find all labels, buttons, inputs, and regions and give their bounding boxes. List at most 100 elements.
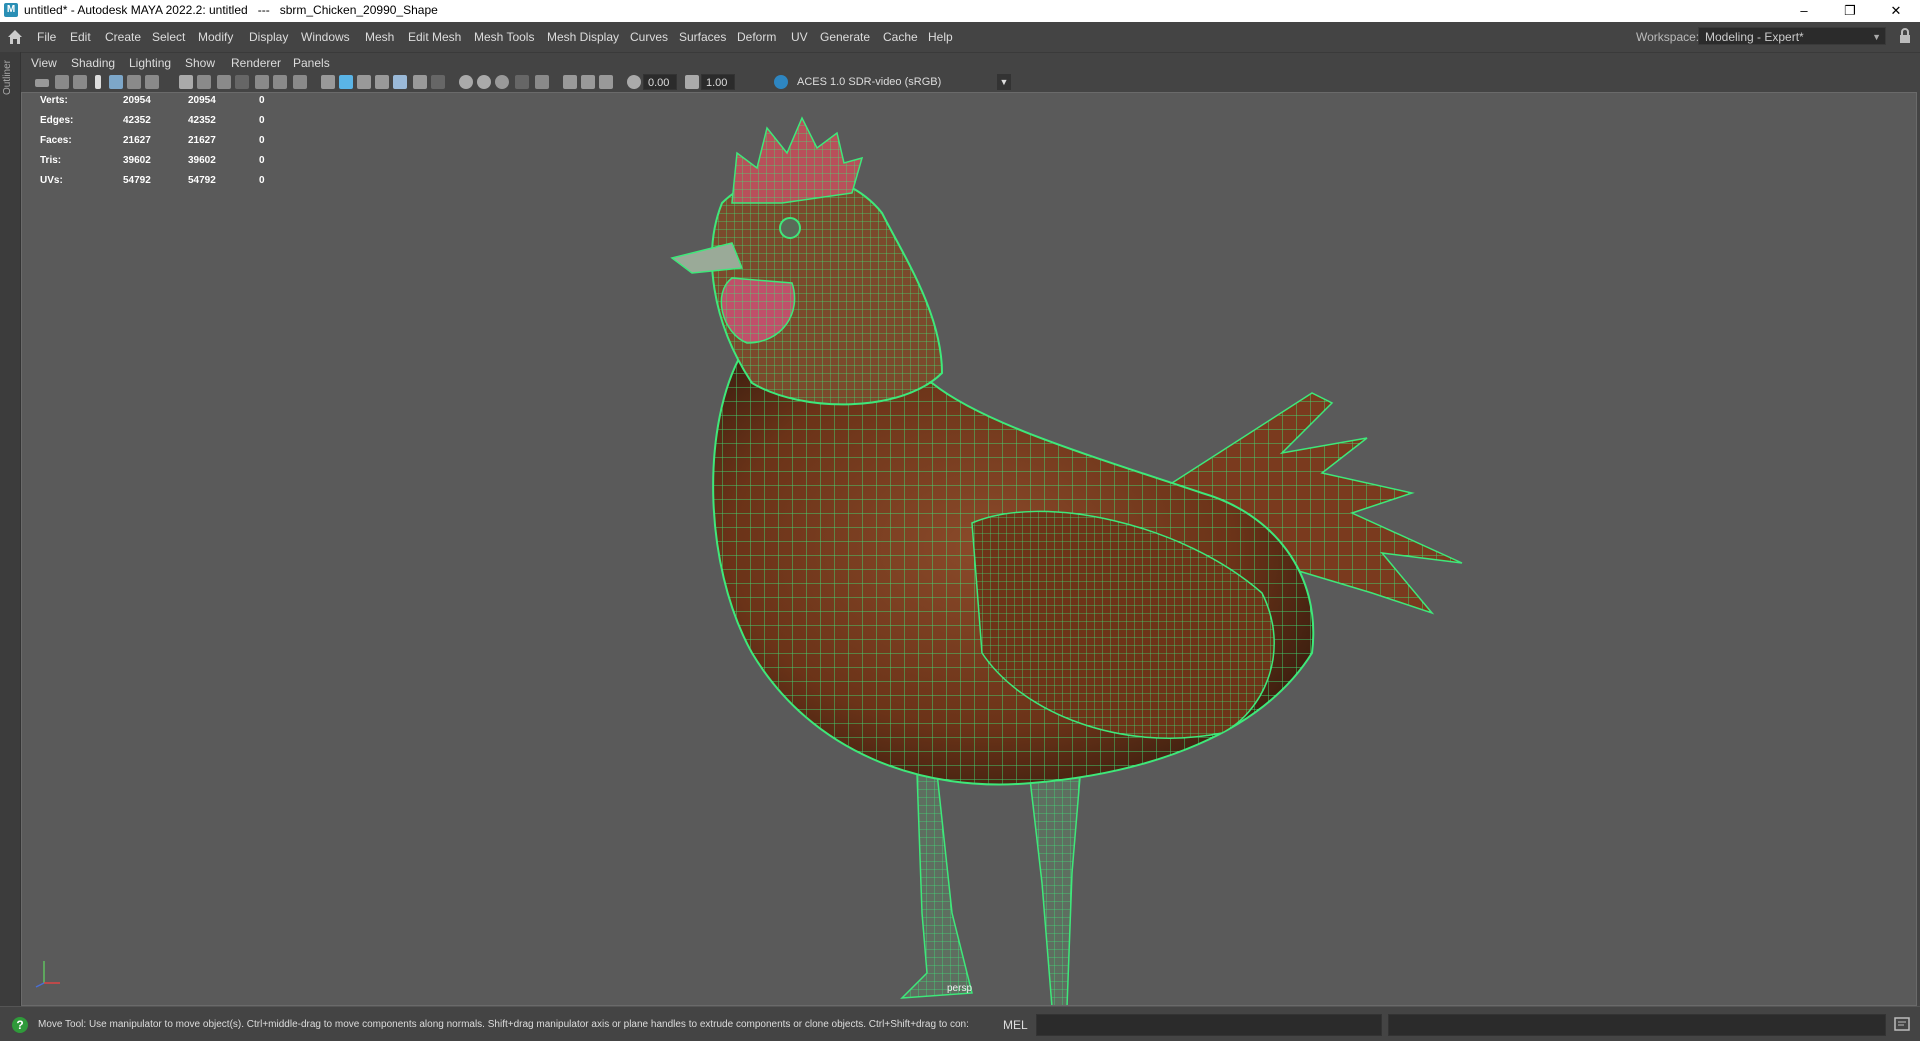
gamma-icon[interactable] [685,75,699,89]
camera-attributes-icon[interactable] [55,75,69,89]
gate-mask-icon[interactable] [235,75,249,89]
lock-icon[interactable] [1898,28,1912,44]
panel-menu-shading[interactable]: Shading [71,56,115,70]
hud-value: 54792 [188,175,216,186]
field-chart-icon[interactable] [255,75,269,89]
default-material-icon[interactable] [357,75,371,89]
mel-command-input[interactable] [1036,1014,1382,1036]
resolution-gate-icon[interactable] [217,75,231,89]
perspective-viewport[interactable]: Verts: 20954 20954 0 Edges: 42352 42352 … [21,92,1917,1006]
xray-joints-icon[interactable] [599,75,613,89]
color-management-icon[interactable] [774,75,788,89]
depth-of-field-icon[interactable] [515,75,529,89]
view-axis-icon [35,961,60,988]
safe-title-icon[interactable] [293,75,307,89]
motion-blur-icon[interactable] [477,75,491,89]
exposure-field[interactable]: 0.00 [643,74,677,90]
wireframe-icon[interactable] [321,75,335,89]
menu-display[interactable]: Display [249,30,288,44]
panel-menu-show[interactable]: Show [185,56,215,70]
select-camera-icon[interactable] [35,79,49,87]
hud-value: 54792 [123,175,151,186]
use-all-lights-icon[interactable] [413,75,427,89]
view-transform-dropdown[interactable]: ACES 1.0 SDR-video (sRGB) ▼ [793,74,1013,90]
panel-menu-renderer[interactable]: Renderer [231,56,281,70]
grid-icon[interactable] [179,75,193,89]
menu-mesh[interactable]: Mesh [365,30,394,44]
hud-value: 0 [259,115,265,126]
help-icon[interactable]: ? [12,1017,28,1033]
safe-action-icon[interactable] [273,75,287,89]
film-gate-icon[interactable] [197,75,211,89]
menu-windows[interactable]: Windows [301,30,350,44]
menu-create[interactable]: Create [105,30,141,44]
hud-value: 20954 [123,95,151,106]
menu-select[interactable]: Select [152,30,185,44]
workspace-dropdown[interactable]: Modeling - Expert* ▼ [1698,27,1886,45]
menu-file[interactable]: File [37,30,56,44]
isolate-select-icon[interactable] [535,75,549,89]
window-title: untitled* - Autodesk MAYA 2022.2: untitl… [24,3,438,17]
workspace-label: Workspace: [1636,30,1700,44]
screen-space-ao-icon[interactable] [459,75,473,89]
hud-value: 0 [259,135,265,146]
panel-menu-lighting[interactable]: Lighting [129,56,171,70]
xray-icon[interactable] [563,75,577,89]
view-transform-value: ACES 1.0 SDR-video (sRGB) [797,76,942,88]
2d-pan-zoom-icon[interactable] [127,75,141,89]
minimize-button[interactable]: – [1782,0,1826,22]
main-menu-bar: File Edit Create Select Modify Display W… [0,22,1920,53]
menu-help[interactable]: Help [928,30,953,44]
menu-surfaces[interactable]: Surfaces [679,30,726,44]
rooster-body [712,351,1315,786]
chevron-down-icon: ▼ [997,74,1011,90]
menu-cache[interactable]: Cache [883,30,918,44]
hud-value: 21627 [123,135,151,146]
hud-value: 21627 [188,135,216,146]
menu-modify[interactable]: Modify [198,30,233,44]
exposure-icon[interactable] [627,75,641,89]
command-language-toggle[interactable]: MEL [1003,1018,1028,1032]
shadows-icon[interactable] [431,75,445,89]
hud-value: 39602 [188,155,216,166]
bookmark-icon[interactable] [95,75,101,89]
menu-edit-mesh[interactable]: Edit Mesh [408,30,461,44]
gamma-field[interactable]: 1.00 [701,74,735,90]
workspace-value: Modeling - Expert* [1705,30,1804,44]
textured-icon[interactable] [393,75,407,89]
hud-label: Faces: [40,135,72,146]
hud-value: 42352 [188,115,216,126]
wireframe-on-shaded-icon[interactable] [375,75,389,89]
menu-mesh-tools[interactable]: Mesh Tools [474,30,534,44]
maya-app-icon: M [4,3,18,17]
rooster-legs [900,752,1083,1005]
menu-uv[interactable]: UV [791,30,808,44]
anti-aliasing-icon[interactable] [495,75,509,89]
camera-name-label: persp [947,983,973,994]
viewport-toolbar: 0.00 1.00 ACES 1.0 SDR-video (sRGB) ▼ [21,72,1920,92]
menu-generate[interactable]: Generate [820,30,870,44]
panel-menu-view[interactable]: View [31,56,57,70]
xray-active-components-icon[interactable] [581,75,595,89]
menu-deform[interactable]: Deform [737,30,776,44]
bookmarks-icon[interactable] [73,75,87,89]
script-editor-icon[interactable] [1894,1017,1910,1031]
image-plane-icon[interactable] [109,75,123,89]
panel-menu-bar: View Shading Lighting Show Renderer Pane… [21,53,1920,72]
outliner-tab[interactable]: Outliner [0,52,21,1006]
chevron-down-icon: ▼ [1872,32,1881,42]
hud-value: 20954 [188,95,216,106]
menu-edit[interactable]: Edit [70,30,91,44]
menu-mesh-display[interactable]: Mesh Display [547,30,619,44]
grease-pencil-icon[interactable] [145,75,159,89]
command-result-field [1388,1014,1886,1036]
panel-menu-panels[interactable]: Panels [293,56,330,70]
close-button[interactable]: ✕ [1874,0,1918,22]
title-bar: M untitled* - Autodesk MAYA 2022.2: unti… [0,0,1920,22]
restore-button[interactable]: ❐ [1828,0,1872,22]
smooth-shade-icon[interactable] [339,75,353,89]
menu-curves[interactable]: Curves [630,30,668,44]
rooster-mesh-wireframe[interactable] [22,93,1917,1006]
home-icon[interactable] [6,28,24,46]
help-line-text: Move Tool: Use manipulator to move objec… [38,1019,969,1030]
